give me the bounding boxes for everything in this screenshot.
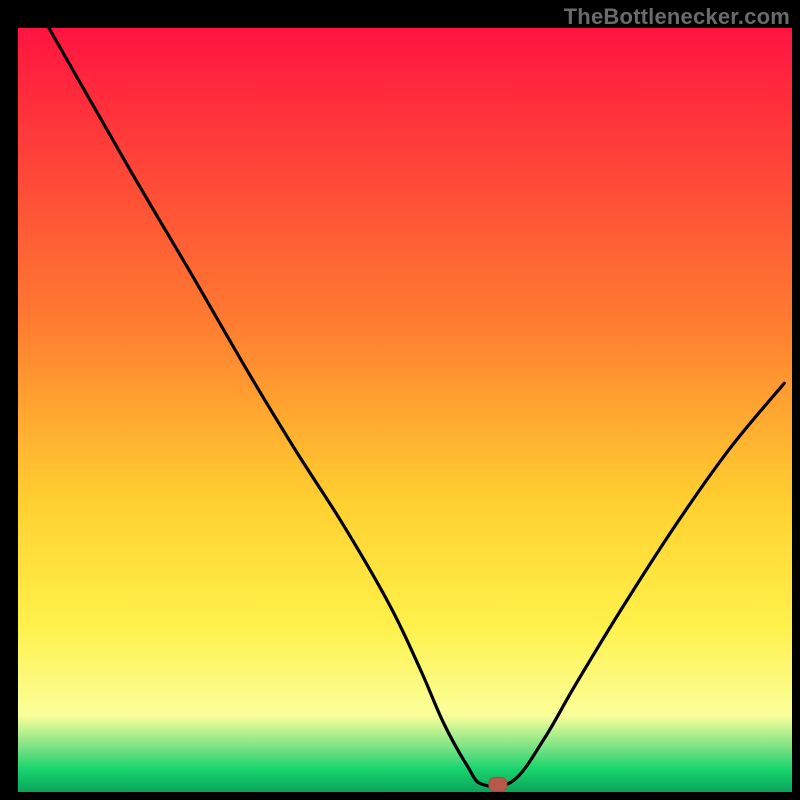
bottleneck-chart xyxy=(0,0,800,800)
plot-background xyxy=(18,28,792,792)
watermark-text: TheBottlenecker.com xyxy=(564,4,790,30)
optimal-point-marker xyxy=(489,777,507,791)
chart-frame: { "watermark": "TheBottlenecker.com", "c… xyxy=(0,0,800,800)
